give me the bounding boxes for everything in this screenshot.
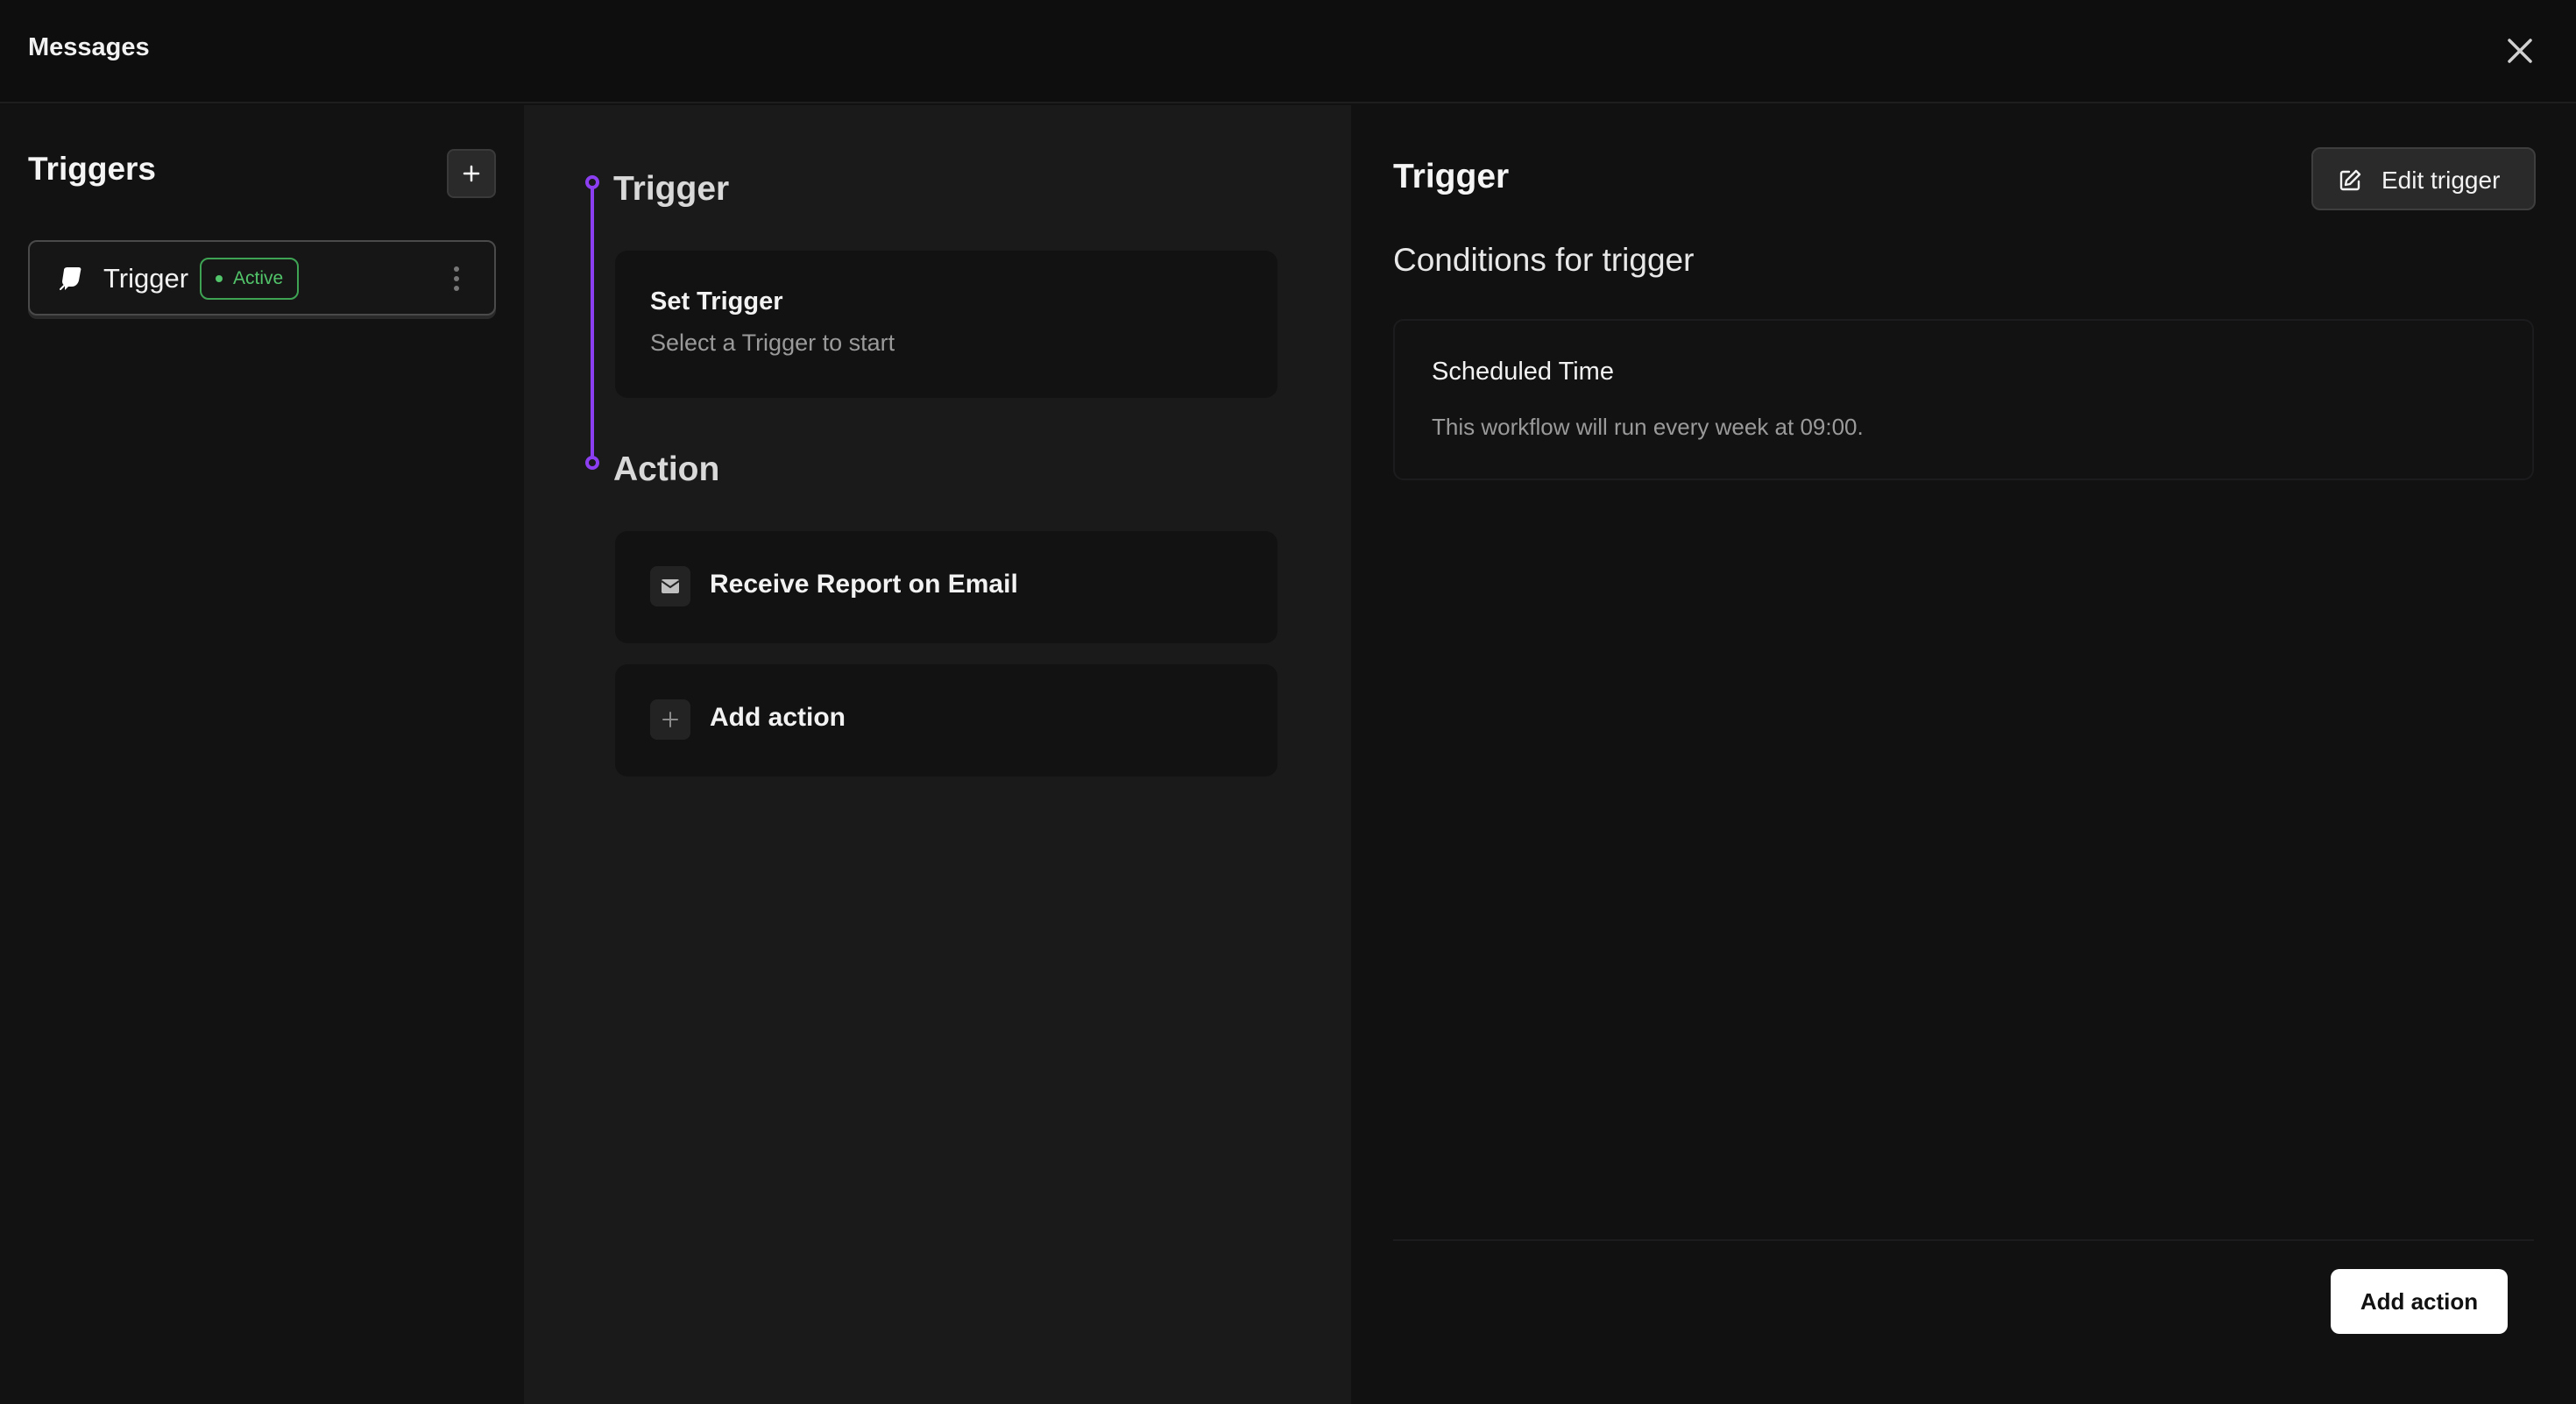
mail-icon xyxy=(650,566,690,606)
condition-card: Scheduled Time This workflow will run ev… xyxy=(1393,319,2534,480)
close-icon[interactable] xyxy=(2502,33,2537,68)
add-action-label: Add action xyxy=(710,703,846,732)
status-badge: Active xyxy=(200,258,300,300)
sidebar-heading: Triggers xyxy=(28,151,156,187)
plus-icon xyxy=(650,699,690,740)
trigger-section-label: Trigger xyxy=(613,170,730,208)
timeline-connector xyxy=(591,182,594,464)
edit-trigger-button[interactable]: Edit trigger xyxy=(2311,147,2536,210)
set-trigger-title: Set Trigger xyxy=(650,287,783,316)
trigger-hand-icon xyxy=(56,265,86,294)
window-title: Messages xyxy=(28,33,150,61)
add-action-card[interactable]: Add action xyxy=(615,664,1277,776)
timeline-dot-trigger xyxy=(585,175,599,189)
condition-description: This workflow will run every week at 09:… xyxy=(1432,414,1864,440)
footer-divider xyxy=(1393,1239,2534,1241)
top-bar: Messages xyxy=(0,0,2576,103)
workflow-canvas: Trigger Set Trigger Select a Trigger to … xyxy=(524,105,1351,1404)
plus-icon xyxy=(463,165,480,182)
status-badge-label: Active xyxy=(233,268,284,288)
action-label: Receive Report on Email xyxy=(710,570,1018,599)
condition-title: Scheduled Time xyxy=(1432,358,1614,386)
sidebar-item-trigger[interactable]: Trigger Active xyxy=(28,240,496,316)
set-trigger-subtitle: Select a Trigger to start xyxy=(650,330,895,356)
timeline-dot-action xyxy=(585,456,599,470)
trigger-item-label: Trigger xyxy=(103,263,189,294)
triggers-sidebar: Triggers Trigger Active xyxy=(0,105,524,1404)
status-dot-icon xyxy=(216,275,223,282)
action-section-label: Action xyxy=(613,450,720,488)
set-trigger-card[interactable]: Set Trigger Select a Trigger to start xyxy=(615,251,1277,398)
more-options-icon[interactable] xyxy=(443,261,470,296)
detail-title: Trigger xyxy=(1393,158,1510,195)
edit-trigger-label: Edit trigger xyxy=(2381,167,2501,194)
conditions-heading: Conditions for trigger xyxy=(1393,242,1695,278)
add-action-button[interactable]: Add action xyxy=(2331,1269,2508,1334)
trigger-detail-panel: Trigger Edit trigger Conditions for trig… xyxy=(1351,105,2576,1404)
action-card-email[interactable]: Receive Report on Email xyxy=(615,531,1277,643)
add-trigger-button[interactable] xyxy=(447,149,496,198)
edit-icon xyxy=(2338,168,2362,193)
